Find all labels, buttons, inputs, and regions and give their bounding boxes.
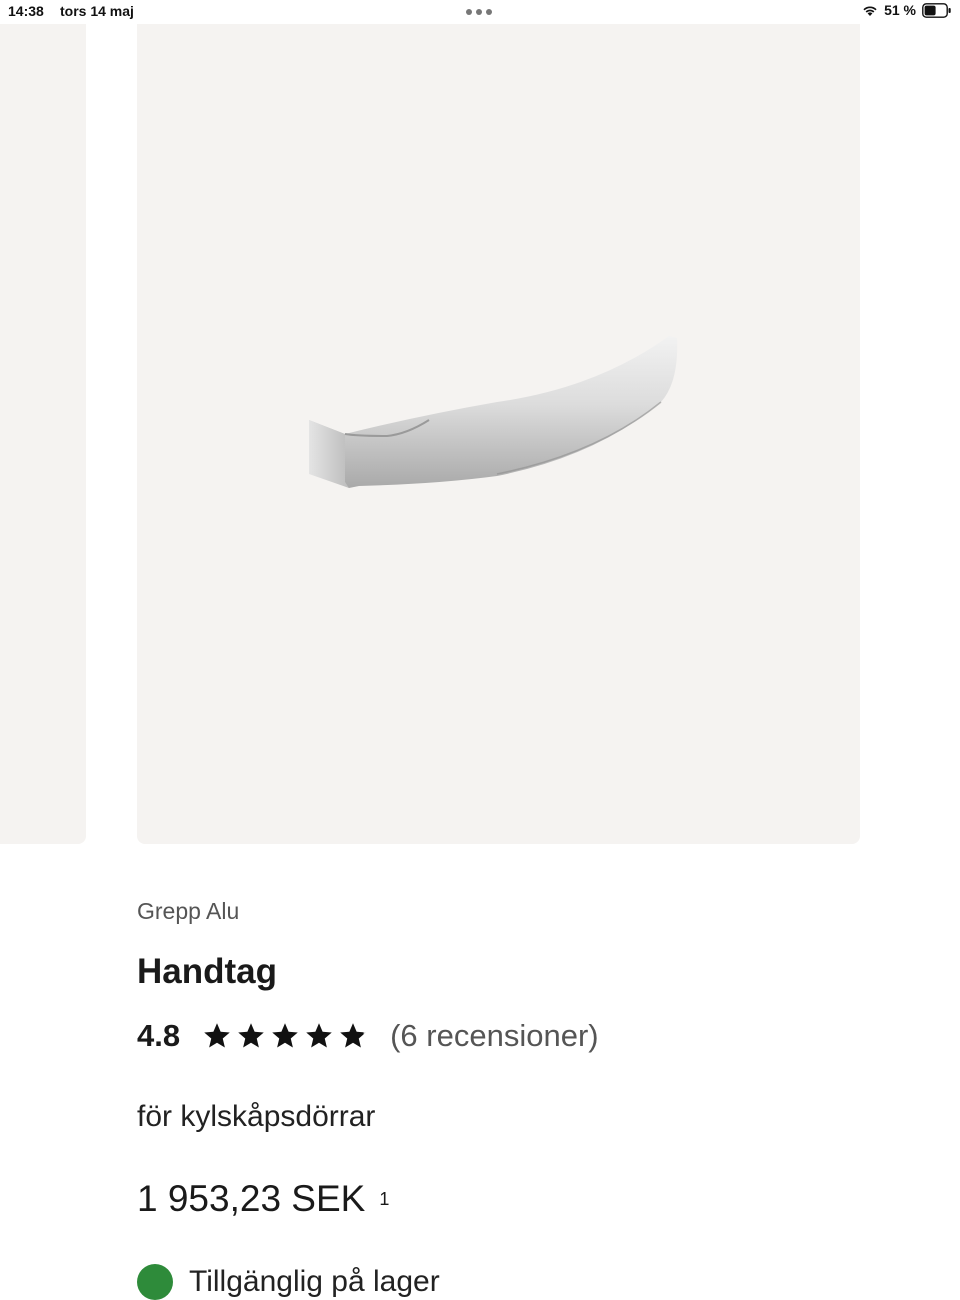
availability-indicator-icon	[137, 1264, 173, 1300]
product-description: för kylskåpsdörrar	[137, 1100, 376, 1133]
price-row: 1 953,23 SEK 1	[137, 1178, 389, 1220]
price-footnote[interactable]: 1	[379, 1189, 389, 1209]
review-count-link[interactable]: (6 recensioner)	[390, 1018, 598, 1054]
status-time: 14:38	[8, 3, 44, 19]
rating-value: 4.8	[137, 1018, 181, 1053]
star-icon	[236, 1021, 266, 1051]
star-icon	[202, 1021, 232, 1051]
product-image-panel[interactable]	[137, 24, 860, 844]
product-brand[interactable]: Grepp Alu	[137, 898, 239, 925]
rating-stars	[202, 1021, 368, 1051]
star-icon	[304, 1021, 334, 1051]
status-indicators: 51 %	[862, 2, 952, 18]
status-date: tors 14 maj	[60, 3, 134, 19]
product-handle-image	[309, 336, 678, 488]
multitasking-dots-icon[interactable]	[466, 9, 492, 15]
wifi-icon	[862, 4, 878, 17]
battery-icon	[922, 2, 952, 18]
star-icon	[338, 1021, 368, 1051]
availability-text: Tillgänglig på lager	[189, 1265, 440, 1298]
product-price: 1 953,23 SEK	[137, 1178, 366, 1219]
status-bar: 14:38 tors 14 maj 51 %	[0, 0, 960, 24]
previous-image-panel[interactable]	[0, 24, 86, 844]
battery-percentage: 51 %	[884, 2, 916, 18]
rating-row[interactable]: 4.8 (6 recensioner)	[137, 1018, 599, 1054]
product-title: Handtag	[137, 952, 277, 991]
availability-status: Tillgänglig på lager	[137, 1264, 440, 1300]
star-icon	[270, 1021, 300, 1051]
